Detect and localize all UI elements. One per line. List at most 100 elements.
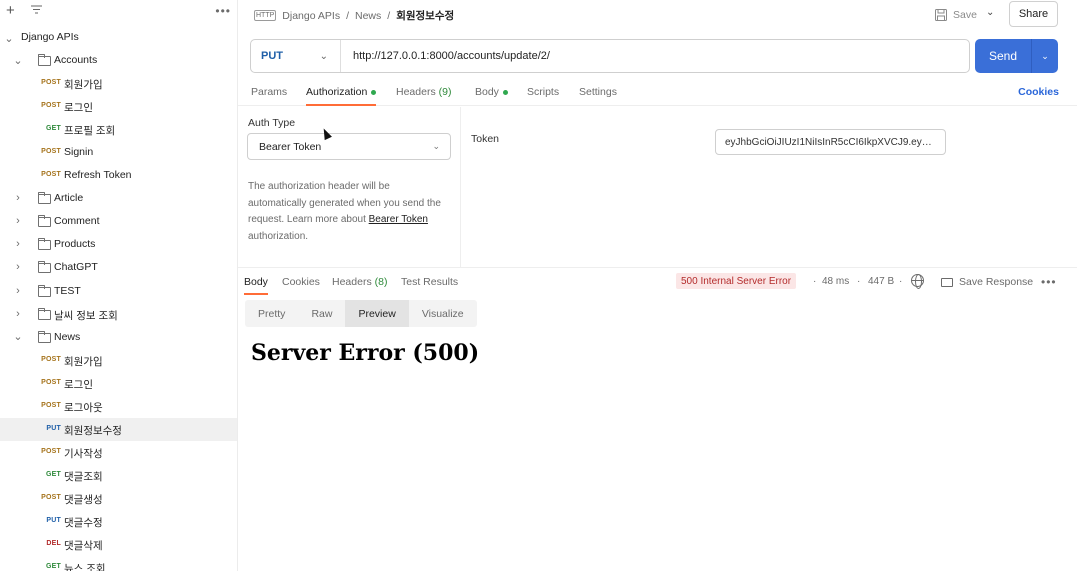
method-value: PUT xyxy=(261,50,283,62)
method-badge: POST xyxy=(41,401,61,409)
token-label: Token xyxy=(471,133,500,145)
method-badge: POST xyxy=(41,355,61,363)
response-separator: · xyxy=(813,276,817,287)
view-tab-visualize[interactable]: Visualize xyxy=(409,300,477,327)
sidebar-request[interactable]: POST Refresh Token xyxy=(0,164,237,187)
globe-icon[interactable] xyxy=(911,274,924,289)
url-input[interactable]: http://127.0.0.1:8000/accounts/update/2/ xyxy=(353,50,550,62)
cookies-link[interactable]: Cookies xyxy=(1018,86,1059,98)
share-button[interactable]: Share xyxy=(1009,1,1058,27)
auth-type-value: Bearer Token xyxy=(259,140,322,153)
sidebar-folder-label: Accounts xyxy=(54,54,98,66)
sidebar-request[interactable]: POST 댓글생성 xyxy=(0,487,237,510)
sidebar-request[interactable]: DEL 댓글삭제 xyxy=(0,533,237,556)
response-size[interactable]: 447 B xyxy=(868,276,894,287)
method-badge: GET xyxy=(46,470,61,478)
sidebar-folder[interactable]: ⌄ Accounts xyxy=(0,49,237,72)
sidebar-folder[interactable]: › Comment xyxy=(0,210,237,233)
chevron-down-icon[interactable]: ⌄ xyxy=(4,33,14,45)
tab-headers[interactable]: Headers (9) xyxy=(396,86,451,98)
view-tab-preview[interactable]: Preview xyxy=(345,300,409,327)
sidebar-request[interactable]: POST 로그인 xyxy=(0,372,237,395)
sidebar-folder[interactable]: › ChatGPT xyxy=(0,256,237,279)
sidebar-request[interactable]: POST 회원가입 xyxy=(0,349,237,372)
chevron-right-icon[interactable]: › xyxy=(13,261,23,273)
token-value: eyJhbGciOiJIUzI1NiIsInR5cCI6IkpXVCJ9.eyJ… xyxy=(725,136,936,148)
tab-authorization[interactable]: Authorization xyxy=(306,86,377,98)
method-badge: POST xyxy=(41,102,61,110)
send-label: Send xyxy=(988,49,1018,63)
tab-settings[interactable]: Settings xyxy=(579,86,617,98)
sidebar-folder-label: News xyxy=(54,330,81,343)
folder-icon xyxy=(38,330,51,343)
method-select[interactable]: PUT ⌄ xyxy=(251,40,341,72)
filter-icon[interactable] xyxy=(30,5,42,17)
send-button[interactable]: Send ⌄ xyxy=(975,39,1058,73)
save-response-button[interactable]: Save Response xyxy=(941,276,1033,288)
more-icon[interactable]: ••• xyxy=(1041,275,1057,289)
save-button[interactable]: Save xyxy=(935,6,977,24)
response-tab-test-results[interactable]: Test Results xyxy=(401,276,458,288)
tab-body[interactable]: Body xyxy=(475,86,508,98)
chevron-right-icon[interactable]: › xyxy=(13,308,23,320)
response-tab-headers-label: Headers xyxy=(332,276,372,288)
view-tab-raw[interactable]: Raw xyxy=(298,300,345,327)
sidebar-folder-label: Comment xyxy=(54,215,100,228)
sidebar-folder-label: Products xyxy=(54,238,96,251)
response-time[interactable]: 48 ms xyxy=(822,276,849,287)
breadcrumb-folder[interactable]: News xyxy=(355,10,381,22)
method-badge: POST xyxy=(41,171,61,179)
status-badge[interactable]: 500 Internal Server Error xyxy=(676,273,797,289)
bearer-token-link[interactable]: Bearer Token xyxy=(369,214,428,225)
tab-body-label: Body xyxy=(475,86,499,98)
sidebar-request-label: 댓글생성 xyxy=(64,493,103,506)
auth-type-select[interactable]: Bearer Token ⌄ xyxy=(247,133,451,160)
method-badge: GET xyxy=(46,125,61,133)
sidebar-folder[interactable]: ⌄ News xyxy=(0,326,237,349)
auth-description-suffix: authorization. xyxy=(248,230,309,242)
method-badge: PUT xyxy=(46,424,61,432)
response-separator: · xyxy=(899,276,903,287)
sidebar-folder[interactable]: › 날씨 정보 조회 xyxy=(0,303,237,326)
sidebar-request-label: 프로필 조회 xyxy=(64,125,116,138)
chevron-down-icon[interactable]: ⌄ xyxy=(1032,51,1058,62)
chevron-down-icon[interactable]: ⌄ xyxy=(13,55,23,67)
sidebar-request[interactable]: GET 댓글조회 xyxy=(0,464,237,487)
sidebar-request[interactable]: POST 로그아웃 xyxy=(0,395,237,418)
breadcrumb-separator: / xyxy=(387,9,391,22)
chevron-down-icon[interactable]: ⌄ xyxy=(986,7,994,18)
sidebar-request[interactable]: GET 프로필 조회 xyxy=(0,118,237,141)
chevron-right-icon[interactable]: › xyxy=(13,192,23,204)
sidebar-request[interactable]: POST 회원가입 xyxy=(0,72,237,95)
sidebar-request[interactable]: POST Signin xyxy=(0,141,237,164)
tab-scripts[interactable]: Scripts xyxy=(527,86,559,98)
response-tab-cookies[interactable]: Cookies xyxy=(282,276,320,288)
response-tab-headers[interactable]: Headers (8) xyxy=(332,276,387,288)
response-tab-body[interactable]: Body xyxy=(244,276,268,288)
more-icon[interactable]: ••• xyxy=(215,4,231,18)
sidebar-request[interactable]: PUT 회원정보수정 xyxy=(0,417,237,441)
sidebar-folder[interactable]: › Article xyxy=(0,187,237,210)
sidebar-folder[interactable]: › TEST xyxy=(0,280,237,303)
add-icon[interactable]: + xyxy=(6,3,15,18)
breadcrumb-request[interactable]: 회원정보수정 xyxy=(396,8,454,23)
tab-params[interactable]: Params xyxy=(251,86,287,98)
sidebar-request-label: Signin xyxy=(64,146,94,159)
sidebar-request[interactable]: POST 기사작성 xyxy=(0,441,237,464)
method-badge: GET xyxy=(46,563,61,571)
sidebar-folder[interactable]: › Products xyxy=(0,233,237,256)
sidebar-request[interactable]: POST 로그인 xyxy=(0,95,237,118)
collection-django-apis[interactable]: ⌄ Django APIs xyxy=(0,26,237,49)
breadcrumb-collection[interactable]: Django APIs xyxy=(282,10,340,22)
folder-icon xyxy=(38,307,51,320)
chevron-right-icon[interactable]: › xyxy=(13,285,23,297)
chevron-right-icon[interactable]: › xyxy=(13,215,23,227)
sidebar-request[interactable]: PUT 댓글수정 xyxy=(0,510,237,533)
pane-divider[interactable] xyxy=(238,267,1077,268)
chevron-right-icon[interactable]: › xyxy=(13,238,23,250)
chevron-down-icon[interactable]: ⌄ xyxy=(13,331,23,343)
view-tab-pretty[interactable]: Pretty xyxy=(245,300,298,327)
sidebar-request-label: 회원가입 xyxy=(64,355,103,368)
sidebar-request[interactable]: GET 뉴스 조회 xyxy=(0,556,237,571)
token-input[interactable]: eyJhbGciOiJIUzI1NiIsInR5cCI6IkpXVCJ9.eyJ… xyxy=(715,129,946,155)
